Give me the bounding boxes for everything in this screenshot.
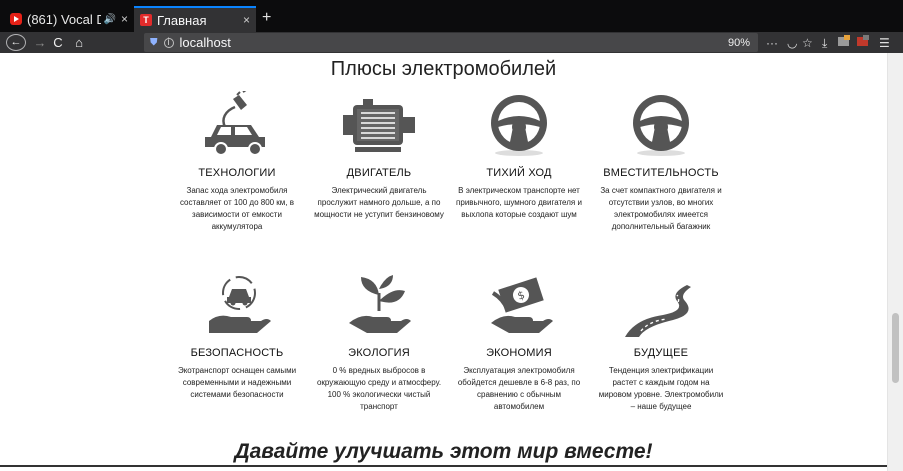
tab-title: Главная [157,12,207,28]
youtube-icon [10,13,22,25]
feature-text: Тенденция электрификации растет с каждым… [598,366,724,411]
feature-title: ДВИГАТЕЛЬ [346,167,412,179]
reload-button[interactable]: C [51,34,65,51]
info-icon[interactable]: i [163,37,174,48]
feature-ecology: ЭКОЛОГИЯ 0 % вредных выбросов в окружающ… [314,271,444,413]
feature-title: ВМЕСТИТЕЛЬНОСТЬ [603,167,719,179]
feature-title: ЭКОЛОГИЯ [348,347,410,359]
feature-economy: $ ЭКОНОМИЯ Эксплуатация электромобиля об… [454,271,584,413]
feature-future: БУДУЩЕЕ Тенденция электрификации растет … [596,271,726,413]
tab-home[interactable]: T Главная × [134,6,256,32]
home-button[interactable]: ⌂ [72,34,86,51]
feature-text: 0 % вредных выбросов в окружающую среду … [316,366,442,411]
pocket-icon[interactable]: ◡ [787,35,797,51]
feature-title: БУДУЩЕЕ [633,347,689,359]
tab-youtube[interactable]: (861) Vocal Dee 🔊 × [4,6,134,32]
audio-icon[interactable]: 🔊 [104,14,116,25]
close-tab-icon[interactable]: × [121,12,128,26]
feature-text: В электрическом транспорте нет привычног… [456,186,582,219]
scrollbar[interactable] [887,53,903,471]
steering-wheel-icon [633,95,689,156]
feature-motor: ДВИГАТЕЛЬ Электрический двигатель прослу… [314,91,444,221]
more-icon[interactable]: ··· [766,35,778,51]
download-icon[interactable]: ⤓ [822,35,827,51]
feature-capacity: ВМЕСТИТЕЛЬНОСТЬ За счет компактного двиг… [596,91,726,233]
shield-icon[interactable]: ⛊ [150,37,158,48]
electric-motor-icon [343,99,415,152]
extension-badge-icon[interactable] [857,35,869,51]
feature-text: Электрический двигатель прослужит намног… [314,186,444,219]
feature-title: ТИХИЙ ХОД [486,167,552,179]
hand-money-icon: $ [491,277,553,333]
steering-wheel-icon [491,95,547,156]
feature-title: ТЕХНОЛОГИИ [198,167,276,179]
nav-bar: ← → C ⌂ ⛊ i localhost 90% ··· ◡ ☆ ⤓ ☰ [0,32,903,53]
forward-button[interactable]: → [33,34,47,51]
feature-text: Эксплуатация электромобиля обойдется деш… [457,366,581,411]
feature-safety: БЕЗОПАСНОСТЬ Экотранспорт оснащен самыми… [172,271,302,401]
divider [0,465,887,467]
slogan: Давайте улучшать этот мир вместе! [234,440,653,463]
feature-text: За счет компактного двигателя и отсутств… [600,186,722,231]
url-text[interactable]: localhost [180,35,231,50]
hand-car-icon [209,276,271,333]
page-content: Плюсы электромобилей ТЕХНОЛОГИИ Запас хо… [0,53,887,471]
feature-title: БЕЗОПАСНОСТЬ [190,347,284,359]
page-title: Плюсы электромобилей [330,58,557,80]
tab-title: (861) Vocal Dee [27,11,101,27]
tab-strip: (861) Vocal Dee 🔊 × T Главная × + [0,0,903,32]
new-tab-button[interactable]: + [262,9,271,27]
feature-quiet: ТИХИЙ ХОД В электрическом транспорте нет… [454,91,584,221]
road-icon [625,285,691,337]
feature-title: ЭКОНОМИЯ [486,347,552,359]
hand-plant-icon [349,275,411,333]
plug-car-icon [205,91,265,156]
close-tab-icon[interactable]: × [243,13,250,27]
menu-icon[interactable]: ☰ [879,35,890,51]
extension-icon[interactable] [838,35,850,51]
url-bar[interactable]: ⛊ i localhost 90% [144,33,758,52]
feature-text: Запас хода электромобиля составляет от 1… [179,186,295,231]
scrollbar-thumb[interactable] [892,313,899,383]
zoom-level[interactable]: 90% [728,37,750,49]
site-icon: T [140,14,152,26]
bookmark-star-icon[interactable]: ☆ [802,35,813,51]
back-button[interactable]: ← [6,34,26,51]
feature-text: Экотранспорт оснащен самыми современными… [177,366,297,399]
feature-technology: ТЕХНОЛОГИИ Запас хода электромобиля сост… [172,91,302,233]
